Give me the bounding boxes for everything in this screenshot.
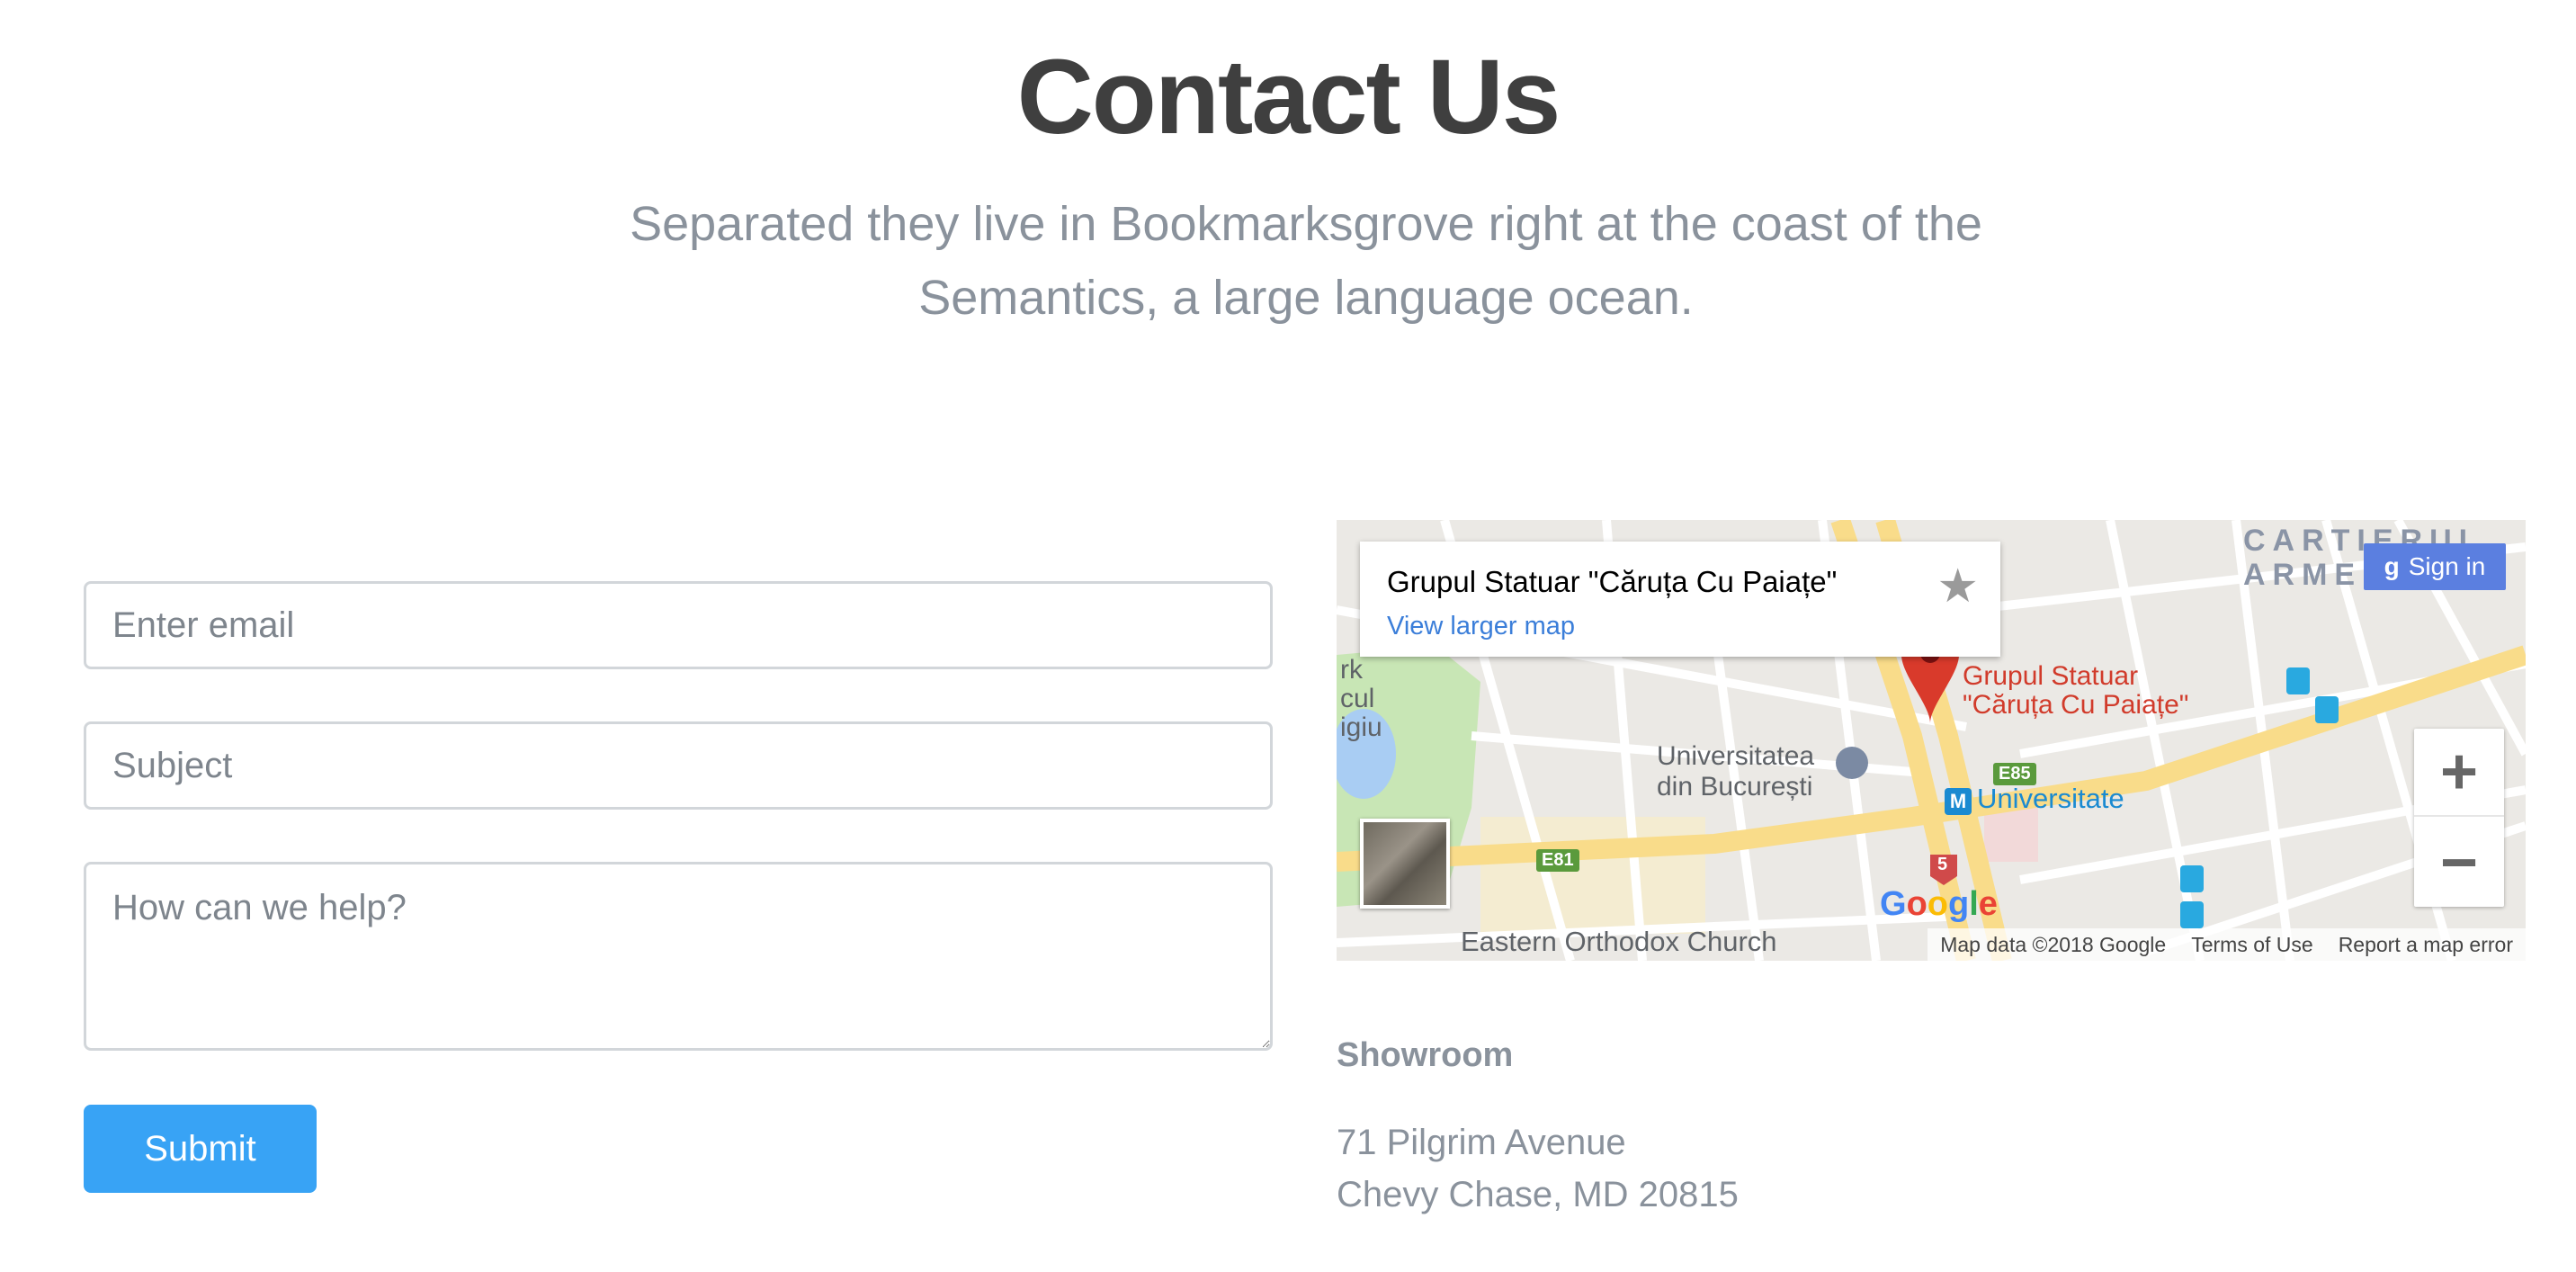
park-label-2: cul bbox=[1340, 684, 1375, 713]
place-name: Grupul Statuar "Căruța Cu Paiațe" bbox=[1387, 565, 1838, 598]
submit-button[interactable]: Submit bbox=[84, 1105, 317, 1193]
star-icon[interactable]: ★ bbox=[1936, 563, 1979, 610]
park-label-1: rk bbox=[1340, 655, 1363, 685]
page-subtitle: Separated they live in Bookmarksgrove ri… bbox=[630, 197, 1982, 325]
road-badge-e81: E81 bbox=[1536, 849, 1579, 872]
view-larger-map-link[interactable]: View larger map bbox=[1387, 612, 1973, 641]
subject-field[interactable] bbox=[84, 721, 1273, 810]
map-footer: Map data ©2018 Google Terms of Use Repor… bbox=[1928, 928, 2526, 961]
metro-label: M Universitate bbox=[1945, 783, 2124, 815]
metro-name: Universitate bbox=[1977, 783, 2124, 814]
embedded-map[interactable]: CARTIERUL ARME rk cul igiu Grupul Statua… bbox=[1337, 520, 2526, 961]
pin-label-line2: "Căruța Cu Paiațe" bbox=[1963, 690, 2189, 720]
metro-icon: M bbox=[1945, 788, 1972, 815]
pin-label-line1: Grupul Statuar bbox=[1963, 661, 2139, 691]
church-label: Eastern Orthodox Church bbox=[1461, 926, 1777, 957]
terms-of-use-link[interactable]: Terms of Use bbox=[2191, 933, 2312, 957]
road-badge-5: 5 bbox=[1937, 855, 1948, 874]
pin-label: Grupul Statuar "Căruța Cu Paiațe" bbox=[1963, 662, 2188, 720]
showroom-title: Showroom bbox=[1337, 1036, 1514, 1074]
university-label-line1: Universitatea bbox=[1657, 741, 1815, 771]
park-label-3: igiu bbox=[1340, 712, 1382, 742]
address-line-1: 71 Pilgrim Avenue bbox=[1337, 1123, 1626, 1162]
zoom-out-button[interactable]: − bbox=[2414, 819, 2504, 907]
sign-in-label: Sign in bbox=[2408, 552, 2486, 580]
university-label: Universitatea din București bbox=[1657, 741, 1814, 802]
satellite-toggle[interactable] bbox=[1360, 819, 1450, 909]
university-label-line2: din București bbox=[1657, 772, 1813, 802]
place-info-card: Grupul Statuar "Căruța Cu Paiațe" View l… bbox=[1360, 542, 2000, 657]
report-map-error-link[interactable]: Report a map error bbox=[2339, 933, 2513, 957]
district-label: CARTIERUL ARME bbox=[2243, 524, 2484, 592]
google-g-icon: g bbox=[2384, 552, 2400, 580]
email-field[interactable] bbox=[84, 581, 1273, 669]
page-title: Contact Us bbox=[1016, 38, 1561, 157]
sign-in-button[interactable]: g Sign in bbox=[2364, 543, 2506, 590]
zoom-control: + − bbox=[2414, 729, 2504, 907]
message-textarea[interactable] bbox=[84, 862, 1273, 1051]
road-badge-e85: E85 bbox=[1993, 763, 2036, 785]
map-data-attribution: Map data ©2018 Google bbox=[1940, 932, 2167, 956]
address-line-2: Chevy Chase, MD 20815 bbox=[1337, 1175, 1739, 1214]
google-logo: Google bbox=[1880, 885, 1998, 923]
zoom-in-button[interactable]: + bbox=[2414, 729, 2504, 817]
